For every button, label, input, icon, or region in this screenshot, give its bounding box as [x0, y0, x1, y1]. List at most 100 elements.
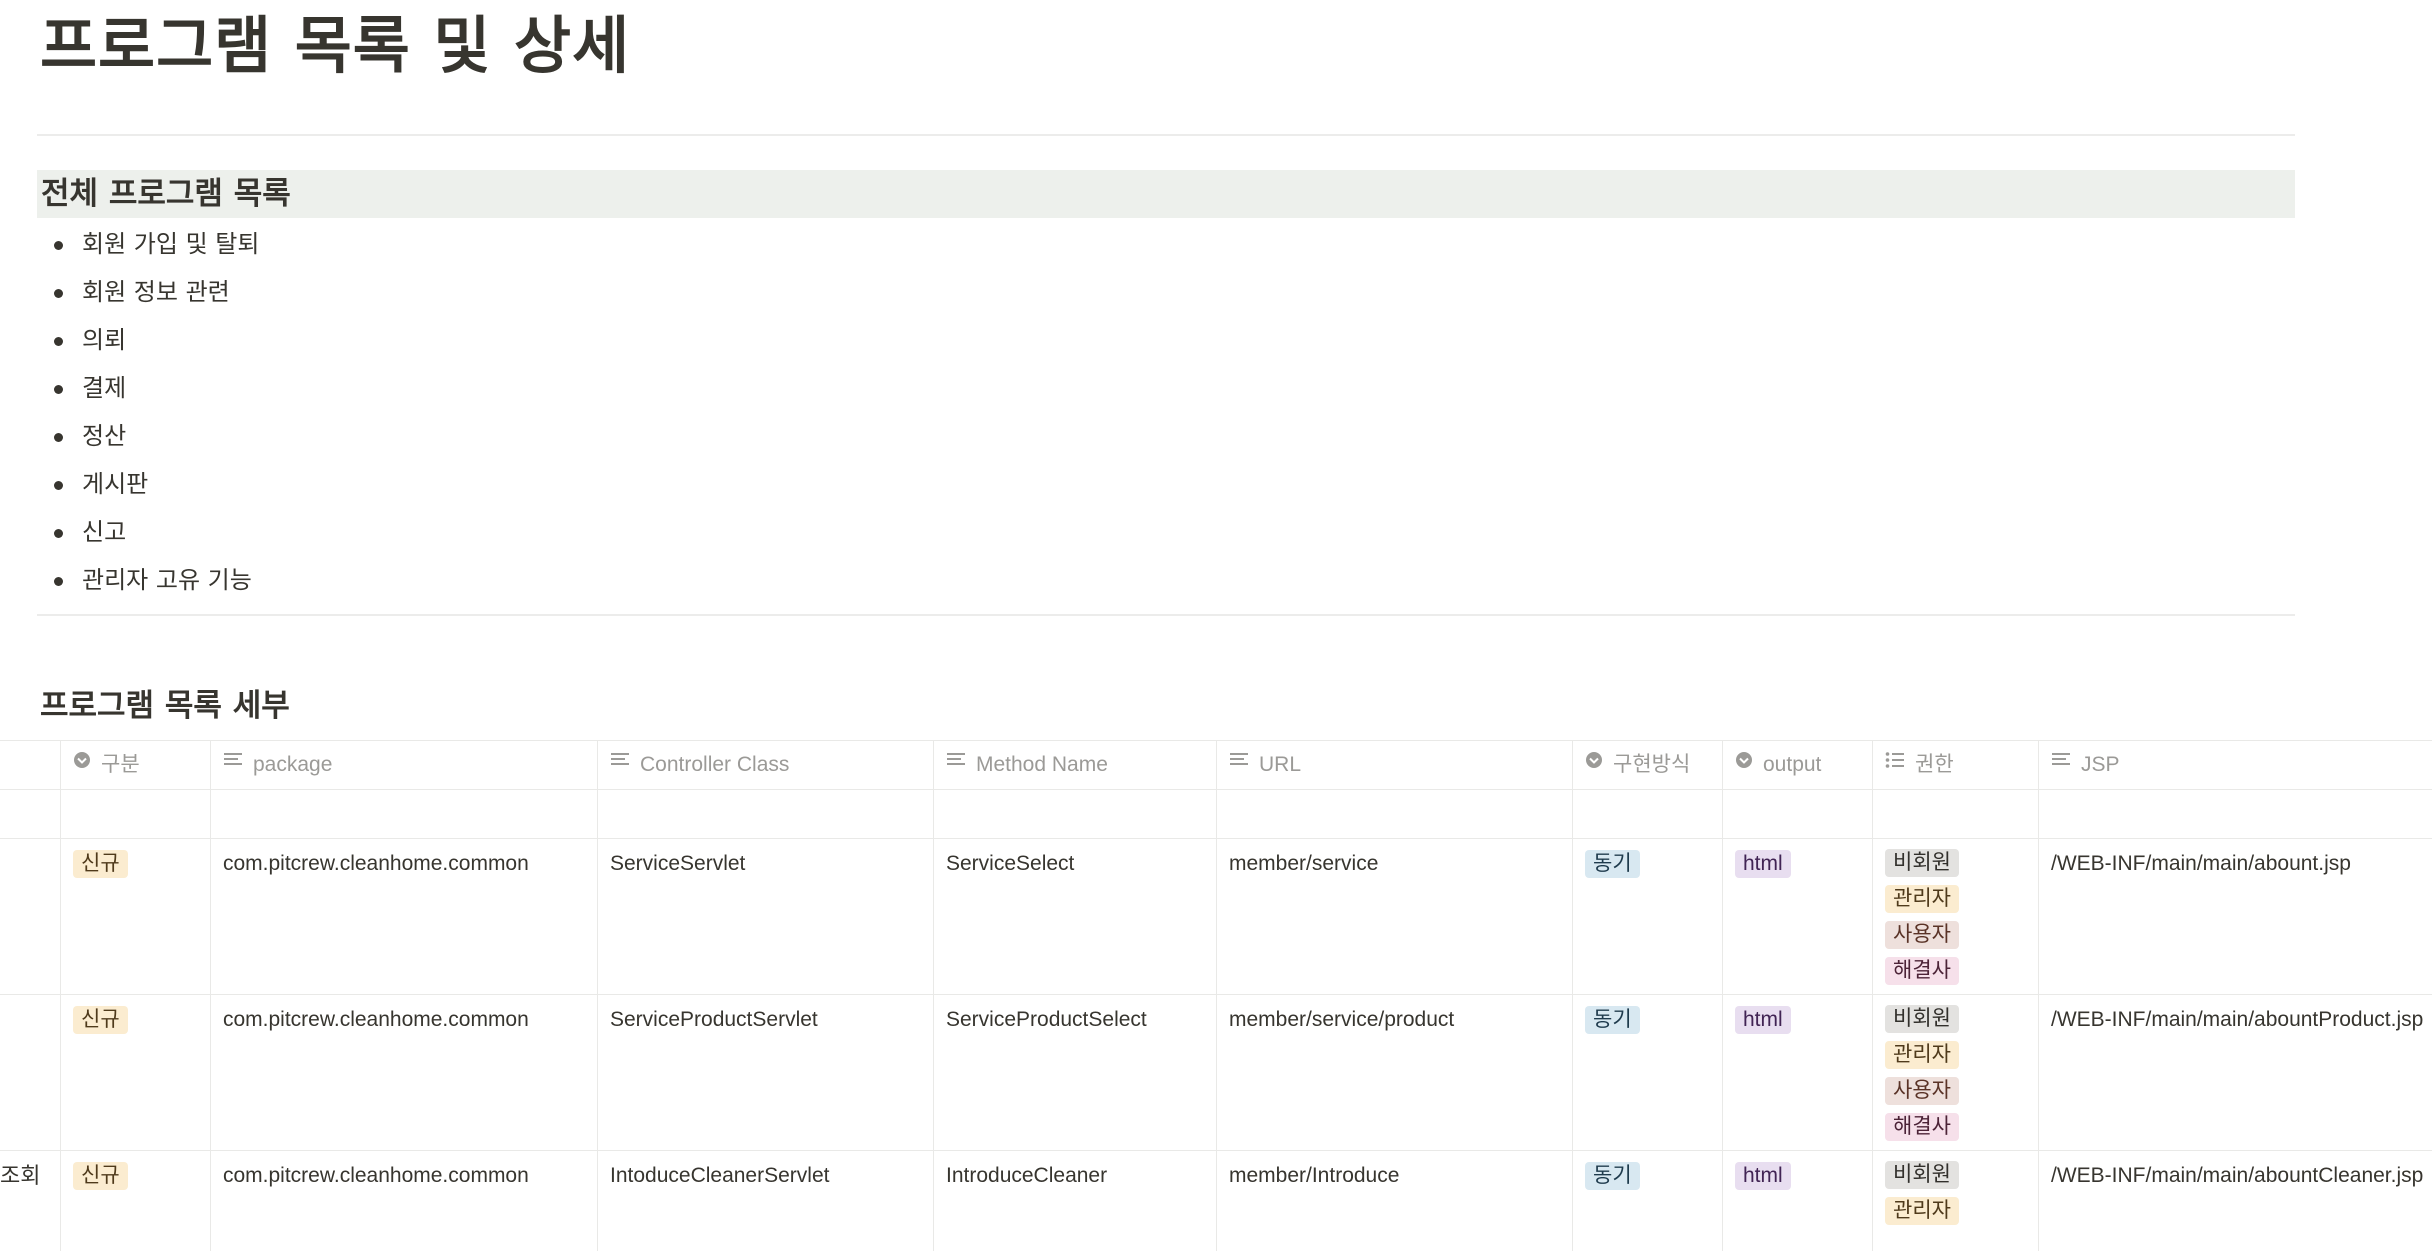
roles-cell[interactable]: 비회원 관리자 사용자 해결사 — [1872, 995, 2038, 1150]
table-cell[interactable] — [1216, 790, 1572, 838]
jsp-cell-text: /WEB-INF/main/main/abountProduct.jsp — [2051, 1008, 2424, 1031]
table-header-row: 구분 package Controller Class Method Name URL 구… — [0, 741, 2432, 790]
tag: html — [1735, 850, 1791, 878]
controller-class-cell[interactable]: ServiceServlet — [597, 839, 933, 994]
output-cell[interactable]: html — [1722, 995, 1872, 1150]
page-title: 프로그램 목록 및 상세 — [40, 9, 631, 82]
jsp-cell[interactable]: /WEB-INF/main/main/abountProduct.jsp — [2038, 995, 2432, 1150]
tag: 신규 — [73, 1162, 128, 1190]
jsp-cell[interactable]: /WEB-INF/main/main/abountCleaner.jsp — [2038, 1151, 2432, 1251]
jsp-cell-text: /WEB-INF/main/main/abountCleaner.jsp — [2051, 1164, 2424, 1187]
url-cell-text: member/service — [1229, 852, 1379, 875]
column-header-label: package — [253, 753, 333, 776]
table-cell[interactable] — [933, 790, 1216, 838]
impl-method-cell[interactable]: 동기 — [1572, 839, 1722, 994]
column-header[interactable]: package — [210, 741, 597, 789]
tag: html — [1735, 1162, 1791, 1190]
package-cell[interactable]: com.pitcrew.cleanhome.common — [210, 995, 597, 1150]
url-cell[interactable]: member/service/product — [1216, 995, 1572, 1150]
category-cell[interactable]: 신규 — [60, 839, 210, 994]
text-property-icon — [610, 741, 630, 787]
tag: 해결사 — [1885, 957, 1959, 985]
package-cell[interactable]: com.pitcrew.cleanhome.common — [210, 1151, 597, 1251]
program-list: 회원 가입 및 탈퇴 회원 정보 관련 의뢰 결제 정산 게시판 신고 관리자 고유 기능 — [54, 220, 259, 604]
column-header[interactable]: 권한 — [1872, 741, 2038, 789]
select-icon — [1585, 741, 1603, 787]
table-cell[interactable] — [1722, 790, 1872, 838]
method-name-cell-text: ServiceSelect — [946, 852, 1075, 875]
table-cell[interactable] — [597, 790, 933, 838]
tag: 동기 — [1585, 1162, 1640, 1190]
category-cell[interactable]: 신규 — [60, 1151, 210, 1251]
text-property-icon — [223, 741, 243, 787]
divider — [37, 614, 2295, 616]
table-cell[interactable] — [60, 790, 210, 838]
method-name-cell[interactable]: ServiceProductSelect — [933, 995, 1216, 1150]
method-name-cell-text: ServiceProductSelect — [946, 1008, 1147, 1031]
category-cell[interactable]: 신규 — [60, 995, 210, 1150]
tag: html — [1735, 1006, 1791, 1034]
url-cell[interactable]: member/service — [1216, 839, 1572, 994]
column-header[interactable]: 구현방식 — [1572, 741, 1722, 789]
list-item: 게시판 — [54, 460, 259, 508]
table-row[interactable] — [0, 790, 2432, 839]
controller-class-cell[interactable]: IntoduceCleanerServlet — [597, 1151, 933, 1251]
table-cell[interactable] — [2038, 790, 2432, 838]
column-header-label: JSP — [2081, 753, 2120, 776]
tag: 동기 — [1585, 850, 1640, 878]
tag: 동기 — [1585, 1006, 1640, 1034]
package-cell-text: com.pitcrew.cleanhome.common — [223, 1008, 529, 1031]
column-header-label: URL — [1259, 753, 1302, 776]
table-cell[interactable] — [1572, 790, 1722, 838]
url-cell-text: member/service/product — [1229, 1008, 1455, 1031]
impl-method-cell[interactable]: 동기 — [1572, 995, 1722, 1150]
output-cell[interactable]: html — [1722, 839, 1872, 994]
multi-select-icon — [1885, 741, 1905, 787]
column-header[interactable]: Controller Class — [597, 741, 933, 789]
tag: 사용자 — [1885, 1077, 1959, 1105]
package-cell[interactable]: com.pitcrew.cleanhome.common — [210, 839, 597, 994]
row-title-fragment: 조회 — [0, 1163, 41, 1188]
table-row[interactable]: 조회 신규 com.pitcrew.cleanhome.common Intoduce… — [0, 1151, 2432, 1251]
controller-class-cell[interactable]: ServiceProductServlet — [597, 995, 933, 1150]
tag: 관리자 — [1885, 1041, 1959, 1069]
method-name-cell[interactable]: IntroduceCleaner — [933, 1151, 1216, 1251]
select-icon — [73, 741, 91, 787]
tag: 신규 — [73, 850, 128, 878]
method-name-cell-text: IntroduceCleaner — [946, 1164, 1108, 1187]
list-item: 결제 — [54, 364, 259, 412]
list-item: 회원 가입 및 탈퇴 — [54, 220, 259, 268]
jsp-cell[interactable]: /WEB-INF/main/main/abount.jsp — [2038, 839, 2432, 994]
text-property-icon — [1229, 741, 1249, 787]
impl-method-cell[interactable]: 동기 — [1572, 1151, 1722, 1251]
output-cell[interactable]: html — [1722, 1151, 1872, 1251]
url-cell[interactable]: member/Introduce — [1216, 1151, 1572, 1251]
package-cell-text: com.pitcrew.cleanhome.common — [223, 1164, 529, 1187]
column-header[interactable]: URL — [1216, 741, 1572, 789]
tag: 해결사 — [1885, 1113, 1959, 1141]
column-header-label: 구현방식 — [1613, 753, 1691, 776]
tag: 비회원 — [1885, 849, 1959, 877]
text-property-icon — [2051, 741, 2071, 787]
roles-cell[interactable]: 비회원 관리자 사용자 해결사 — [1872, 839, 2038, 994]
column-header[interactable]: Method Name — [933, 741, 1216, 789]
table-row[interactable]: 신규 com.pitcrew.cleanhome.common ServiceSer… — [0, 839, 2432, 995]
text-property-icon — [946, 741, 966, 787]
table-cell[interactable] — [210, 790, 597, 838]
list-item: 정산 — [54, 412, 259, 460]
column-header-label: output — [1763, 753, 1822, 776]
jsp-cell-text: /WEB-INF/main/main/abount.jsp — [2051, 852, 2351, 875]
program-detail-table: 구분 package Controller Class Method Name URL 구… — [0, 740, 2432, 1251]
method-name-cell[interactable]: ServiceSelect — [933, 839, 1216, 994]
column-header[interactable]: output — [1722, 741, 1872, 789]
table-row[interactable]: 신규 com.pitcrew.cleanhome.common ServicePro… — [0, 995, 2432, 1151]
controller-class-cell-text: ServiceProductServlet — [610, 1008, 818, 1031]
tag: 비회원 — [1885, 1161, 1959, 1189]
table-cell[interactable] — [1872, 790, 2038, 838]
roles-cell[interactable]: 비회원 관리자 — [1872, 1151, 2038, 1251]
column-header[interactable]: JSP — [2038, 741, 2432, 789]
list-item: 관리자 고유 기능 — [54, 556, 259, 604]
tag: 사용자 — [1885, 921, 1959, 949]
column-header[interactable]: 구분 — [60, 741, 210, 789]
list-item: 의뢰 — [54, 316, 259, 364]
